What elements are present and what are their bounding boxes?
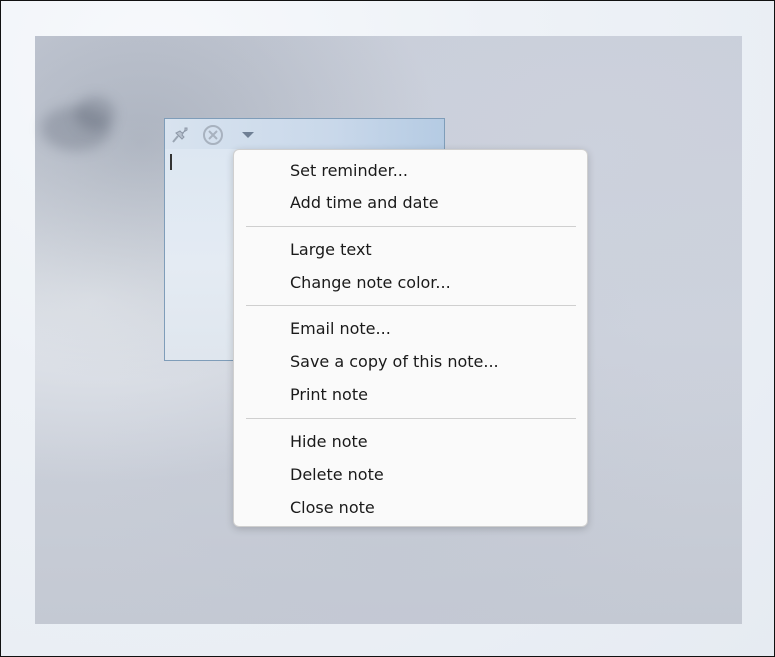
close-icon[interactable] <box>202 124 224 146</box>
menu-dropdown-icon[interactable] <box>237 124 259 146</box>
menu-item-large-text[interactable]: Large text <box>234 235 587 265</box>
menu-separator <box>246 226 576 227</box>
screenshot-frame: Set reminder... Add time and date Large … <box>0 0 775 657</box>
menu-item-save-a-copy[interactable]: Save a copy of this note... <box>234 347 587 377</box>
menu-item-delete-note[interactable]: Delete note <box>234 460 587 490</box>
menu-item-hide-note[interactable]: Hide note <box>234 427 587 457</box>
menu-item-close-note[interactable]: Close note <box>234 493 587 523</box>
menu-item-email-note[interactable]: Email note... <box>234 314 587 344</box>
menu-separator <box>246 418 576 419</box>
text-cursor <box>170 154 172 170</box>
menu-item-change-note-color[interactable]: Change note color... <box>234 268 587 298</box>
menu-separator <box>246 305 576 306</box>
wallpaper-mark <box>75 96 115 131</box>
menu-item-add-time-and-date[interactable]: Add time and date <box>234 188 587 218</box>
pin-icon[interactable] <box>169 124 191 146</box>
menu-item-set-reminder[interactable]: Set reminder... <box>234 156 587 186</box>
menu-item-print-note[interactable]: Print note <box>234 380 587 410</box>
note-toolbar <box>165 119 444 149</box>
note-context-menu: Set reminder... Add time and date Large … <box>233 149 588 527</box>
